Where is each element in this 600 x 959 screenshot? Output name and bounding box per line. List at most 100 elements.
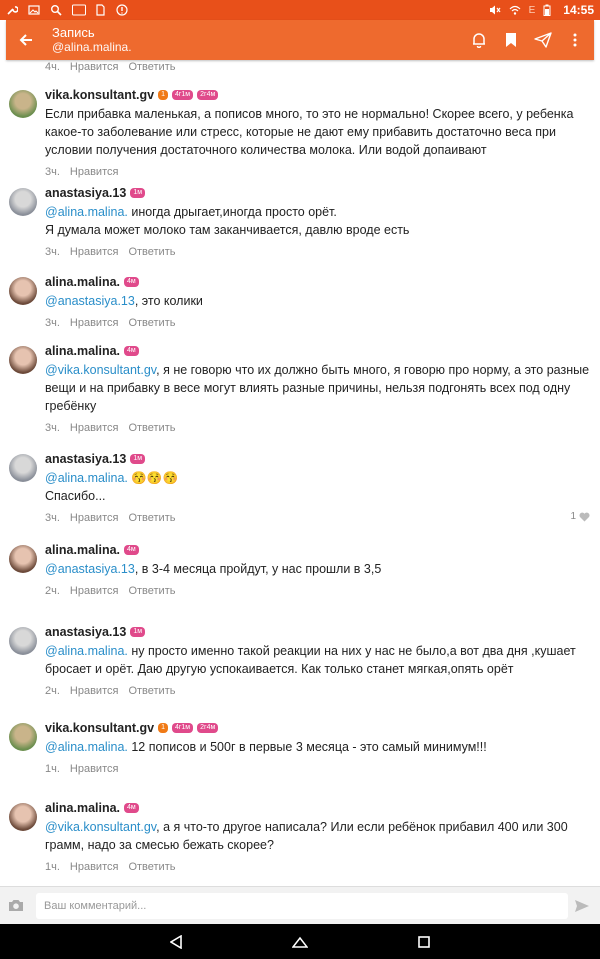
- attach-photo-button[interactable]: [0, 887, 32, 925]
- comment-time: 3ч.: [45, 166, 60, 178]
- avatar[interactable]: [9, 545, 37, 573]
- reply-button[interactable]: Ответить: [128, 246, 175, 258]
- like-button[interactable]: Нравится: [70, 246, 119, 258]
- like-button[interactable]: Нравится: [70, 422, 119, 434]
- share-button[interactable]: [534, 31, 552, 49]
- comment-author[interactable]: anastasiya.13: [45, 186, 126, 200]
- triangle-back-icon: [170, 934, 182, 949]
- comment-author[interactable]: alina.malina.: [45, 275, 120, 289]
- comment-text-block: @anastasiya.13, в 3-4 месяца пройдут, у …: [45, 560, 592, 578]
- avatar[interactable]: [9, 723, 37, 751]
- child-age-badge: 1: [158, 90, 168, 100]
- comment-input[interactable]: [36, 892, 568, 919]
- mention-link[interactable]: @anastasiya.13: [45, 294, 135, 308]
- status-bar: E 14:55: [0, 0, 600, 20]
- like-button[interactable]: Нравится: [70, 685, 119, 697]
- avatar[interactable]: [9, 454, 37, 482]
- comment-text: 12 пописов и 500г в первые 3 месяца - эт…: [127, 740, 487, 754]
- comment-meta: 3ч. Нравится Ответить: [45, 511, 592, 525]
- comments-list[interactable]: 4ч. Нравится Ответить vika.konsultant.gv…: [0, 60, 600, 886]
- reply-button[interactable]: Ответить: [128, 317, 175, 329]
- comment-text-block: @anastasiya.13, это колики: [45, 292, 592, 310]
- child-age-badge: 2г4м: [197, 90, 219, 100]
- comment-author[interactable]: alina.malina.: [45, 543, 120, 557]
- image-icon: [28, 4, 40, 16]
- page-subtitle: @alina.malina.: [52, 39, 132, 54]
- comment-time: 1ч.: [45, 763, 60, 775]
- comment-text-block: @alina.malina. 12 пописов и 500г в первы…: [45, 738, 592, 756]
- comment-meta: 4ч. Нравится Ответить: [45, 60, 175, 74]
- reply-button[interactable]: Ответить: [128, 861, 175, 873]
- more-vertical-icon: [573, 33, 577, 47]
- mention-link[interactable]: @alina.malina.: [45, 740, 128, 754]
- child-age-badge: 4г1м: [171, 723, 194, 733]
- comment-time: 4ч.: [45, 61, 60, 73]
- reply-button[interactable]: Ответить: [128, 685, 175, 697]
- comment-author[interactable]: alina.malina.: [45, 801, 120, 815]
- wifi-icon: [509, 4, 521, 16]
- app-bar: Запись @alina.malina.: [6, 20, 594, 60]
- like-button[interactable]: Нравится: [70, 317, 119, 329]
- avatar[interactable]: [9, 803, 37, 831]
- reply-button[interactable]: Ответить: [128, 422, 175, 434]
- nav-home-button[interactable]: [288, 930, 312, 954]
- bell-icon: [473, 33, 485, 48]
- mention-link[interactable]: @vika.konsultant.gv: [45, 363, 156, 377]
- like-button[interactable]: Нравится: [70, 512, 119, 524]
- page-title: Запись: [52, 24, 95, 40]
- avatar[interactable]: [9, 346, 37, 374]
- wrench-icon: [6, 4, 19, 16]
- comment-text-block: @alina.malina. ну просто именно такой ре…: [45, 642, 592, 678]
- nav-recents-button[interactable]: [412, 930, 436, 954]
- avatar[interactable]: [9, 90, 37, 118]
- comment-author[interactable]: vika.konsultant.gv: [45, 88, 154, 102]
- child-age-badge: 4м: [124, 803, 139, 813]
- bookmark-icon: [506, 33, 516, 47]
- comment-author[interactable]: vika.konsultant.gv: [45, 721, 154, 735]
- bookmark-button[interactable]: [502, 31, 520, 49]
- comment-time: 1ч.: [45, 861, 60, 873]
- mention-link[interactable]: @anastasiya.13: [45, 562, 135, 576]
- avatar[interactable]: [9, 277, 37, 305]
- battery-icon: [543, 4, 555, 16]
- square-icon: [418, 935, 430, 948]
- back-button[interactable]: [6, 20, 46, 60]
- comment-time: 2ч.: [45, 585, 60, 597]
- comment-text-block: @vika.konsultant.gv, а я что-то другое н…: [45, 818, 592, 854]
- home-icon: [292, 936, 308, 948]
- nav-back-button[interactable]: [164, 930, 188, 954]
- like-button[interactable]: Нравится: [70, 585, 119, 597]
- more-button[interactable]: [566, 31, 584, 49]
- mention-link[interactable]: @alina.malina.: [45, 644, 128, 658]
- arrow-left-icon: [19, 34, 32, 46]
- reply-button[interactable]: Ответить: [128, 61, 175, 73]
- send-icon: [534, 32, 552, 48]
- comment-text-block: Если прибавка маленькая, а пописов много…: [45, 105, 592, 159]
- avatar[interactable]: [9, 627, 37, 655]
- file-icon: [94, 4, 106, 16]
- avatar[interactable]: [9, 188, 37, 216]
- comment-text: , это колики: [134, 294, 203, 308]
- comment-author[interactable]: anastasiya.13: [45, 625, 126, 639]
- child-age-badge: 4м: [124, 277, 139, 287]
- camera-icon: [9, 900, 23, 911]
- like-button[interactable]: Нравится: [70, 763, 119, 775]
- like-count-value: 1: [570, 511, 576, 522]
- search-icon: [50, 4, 62, 16]
- comment-author[interactable]: alina.malina.: [45, 344, 120, 358]
- like-button[interactable]: Нравится: [70, 166, 119, 178]
- child-age-badge: 4м: [124, 346, 139, 356]
- comment-meta: 1ч. Нравится: [45, 762, 592, 776]
- like-button[interactable]: Нравится: [70, 61, 119, 73]
- child-age-badge: 4м: [124, 545, 139, 555]
- send-comment-button[interactable]: [568, 887, 596, 925]
- like-button[interactable]: Нравится: [70, 861, 119, 873]
- comment-author[interactable]: anastasiya.13: [45, 452, 126, 466]
- reply-button[interactable]: Ответить: [128, 585, 175, 597]
- like-count[interactable]: 1: [570, 511, 590, 522]
- mention-link[interactable]: @vika.konsultant.gv: [45, 820, 156, 834]
- reply-button[interactable]: Ответить: [128, 512, 175, 524]
- notification-button[interactable]: [470, 31, 488, 49]
- mention-link[interactable]: @alina.malina.: [45, 471, 128, 485]
- mention-link[interactable]: @alina.malina.: [45, 205, 128, 219]
